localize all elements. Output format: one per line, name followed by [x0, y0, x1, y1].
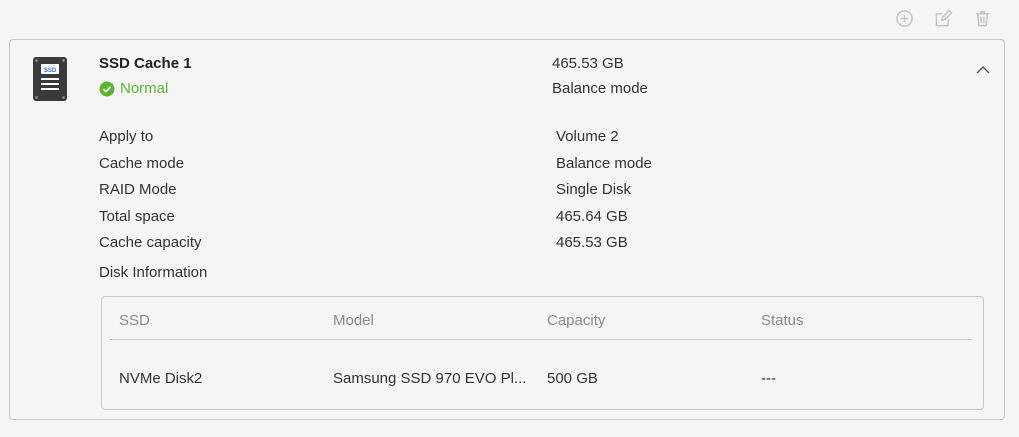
column-header-model: Model	[333, 312, 374, 329]
detail-label-raid-mode: RAID Mode	[99, 181, 177, 198]
ssd-cache-card: SSD SSD Cache 1 Normal 465.53 GB Balance…	[9, 39, 1005, 420]
delete-cache-button[interactable]	[969, 9, 995, 27]
disk-cell-capacity: 500 GB	[547, 370, 598, 387]
detail-label-apply-to: Apply to	[99, 128, 154, 145]
collapse-chevron-icon[interactable]	[974, 61, 992, 79]
disk-info-table: SSD Model Capacity Status NVMe Disk2 Sam…	[101, 296, 984, 410]
status-text: Normal	[120, 80, 169, 97]
column-header-status: Status	[761, 312, 804, 329]
disk-info-heading: Disk Information	[99, 264, 208, 281]
detail-value-raid-mode: Single Disk	[556, 181, 632, 198]
disk-cell-status: ---	[761, 370, 776, 387]
disk-cell-model: Samsung SSD 970 EVO Pl...	[333, 370, 527, 387]
add-cache-button[interactable]	[891, 9, 917, 27]
edit-icon	[935, 8, 953, 26]
check-circle-icon	[99, 81, 115, 96]
column-header-capacity: Capacity	[547, 312, 606, 329]
column-header-ssd: SSD	[119, 312, 150, 329]
trash-icon	[975, 10, 989, 26]
detail-value-cache-mode: Balance mode	[556, 155, 652, 172]
detail-value-cache-capacity: 465.53 GB	[556, 234, 628, 251]
cache-capacity-summary: 465.53 GB	[552, 55, 624, 72]
ssd-icon-label: SSD	[44, 68, 57, 74]
detail-label-cache-mode: Cache mode	[99, 155, 185, 172]
edit-cache-button[interactable]	[930, 8, 956, 27]
toolbar	[891, 8, 995, 27]
disk-cell-ssd: NVMe Disk2	[119, 370, 203, 387]
detail-label-cache-capacity: Cache capacity	[99, 234, 202, 251]
detail-value-total-space: 465.64 GB	[556, 208, 628, 225]
plus-circle-icon	[895, 9, 913, 27]
detail-value-apply-to: Volume 2	[556, 128, 619, 145]
cache-mode-summary: Balance mode	[552, 80, 648, 97]
status-indicator: Normal	[99, 80, 168, 97]
detail-label-total-space: Total space	[99, 208, 175, 225]
ssd-drive-icon: SSD	[33, 57, 67, 101]
table-header-divider	[110, 339, 972, 340]
cache-title: SSD Cache 1	[99, 55, 192, 72]
